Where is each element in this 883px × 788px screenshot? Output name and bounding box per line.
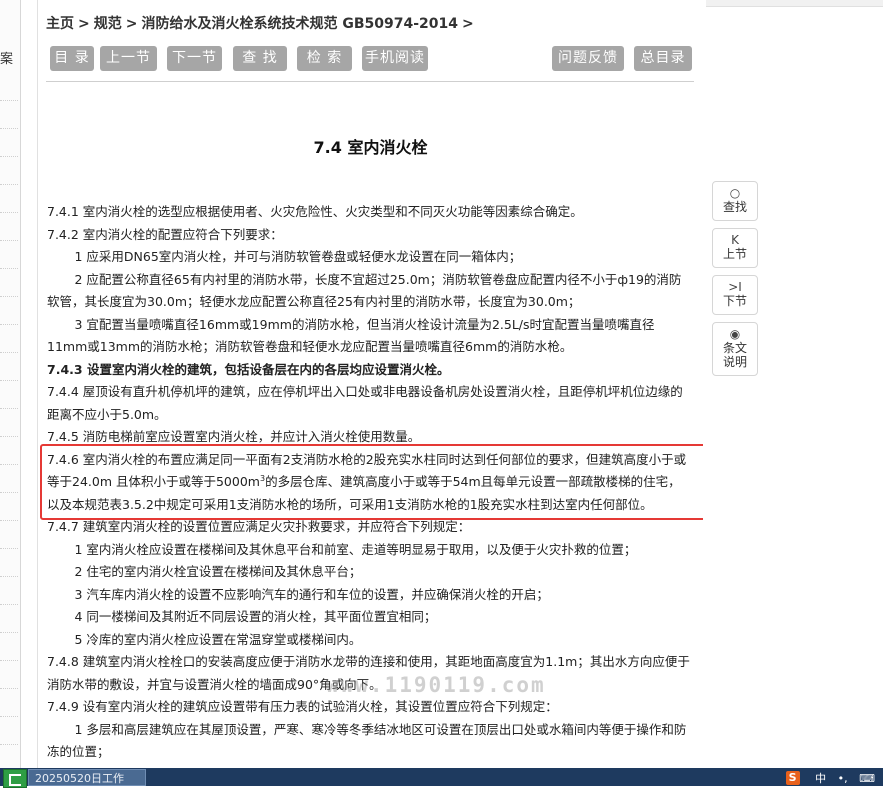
taskbar: 20250520日工作 S 中 •, ⌨ — [0, 768, 883, 788]
divider — [0, 352, 18, 353]
divider — [0, 324, 18, 325]
divider — [0, 660, 18, 661]
clause-7-4-9: 7.4.9 设有室内消火栓的建筑应设置带有压力表的试验消火栓，其设置位置应符合下… — [47, 699, 558, 714]
master-contents-button[interactable]: 总目录 — [634, 46, 692, 71]
divider — [0, 464, 18, 465]
breadcrumb-separator: > — [462, 16, 474, 32]
taskbar-item[interactable]: 20250520日工作 — [28, 769, 146, 786]
breadcrumb-spec-link[interactable]: 规范 — [94, 16, 122, 32]
clause-7-4-1: 7.4.1 室内消火栓的选型应根据使用者、火灾危险性、火灾类型和不同灭火功能等因… — [47, 204, 583, 219]
clause-item: 5 冷库的室内消火栓应设置在常温穿堂或楼梯间内。 — [74, 631, 362, 647]
start-button-icon[interactable] — [3, 769, 27, 788]
left-panel-strip: 案 — [0, 0, 21, 768]
breadcrumb-current-link[interactable]: 消防给水及消火栓系统技术规范 GB50974-2014 — [141, 16, 458, 32]
divider — [0, 604, 18, 605]
next-section-icon: >I — [728, 280, 742, 294]
clause-item: 2 应配置公称直径65有内衬里的消防水带，长度不宜超过25.0m；消防软管卷盘应… — [47, 271, 682, 310]
divider — [0, 436, 18, 437]
clause-7-4-2: 7.4.2 室内消火栓的配置应符合下列要求： — [47, 226, 283, 242]
next-section-button[interactable]: 下一节 — [167, 46, 222, 71]
punctuation-icon[interactable]: •, — [838, 770, 848, 787]
side-notes-label: 说明 — [722, 355, 747, 369]
clause-7-4-4: 7.4.4 屋顶设有直升机停机坪的建筑，应在停机坪出入口处或非电器设备机房处设置… — [47, 384, 683, 422]
prev-section-button[interactable]: 上一节 — [100, 46, 157, 71]
clause-item: 1 室内消火栓应设置在楼梯间及其休息平台和前室、走道等明显易于取用，以及便于火灾… — [74, 541, 637, 557]
right-panel — [703, 0, 883, 768]
right-panel-header — [706, 0, 883, 7]
toolbar-divider — [46, 81, 694, 82]
prev-section-icon: K — [731, 233, 739, 247]
clause-item: 1 多层和高层建筑应在其屋顶设置，严寒、寒冷等冬季结冰地区可设置在顶层出口处或水… — [47, 721, 687, 760]
highlight-box — [40, 444, 709, 520]
input-method-icon[interactable]: S — [785, 771, 800, 785]
watermark: www.1190119.com — [326, 673, 546, 697]
feedback-button[interactable]: 问题反馈 — [552, 46, 624, 71]
side-find-button[interactable]: ○ 查找 — [712, 181, 758, 221]
divider — [0, 268, 18, 269]
divider — [0, 240, 18, 241]
divider — [0, 128, 18, 129]
side-next-button[interactable]: >I 下节 — [712, 275, 758, 315]
clause-item: 3 宜配置当量喷嘴直径16mm或19mm的消防水枪，但当消火栓设计流量为2.5L… — [47, 316, 655, 355]
breadcrumb-separator: > — [78, 16, 90, 32]
divider — [0, 296, 18, 297]
clause-item: 3 汽车库内消火栓的设置不应影响汽车的通行和车位的设置，并应确保消火栓的开启； — [74, 586, 549, 602]
find-button[interactable]: 查 找 — [233, 46, 287, 71]
divider — [0, 716, 18, 717]
contents-button[interactable]: 目 录 — [50, 46, 94, 71]
divider — [0, 520, 18, 521]
toolbar: 目 录 上一节 下一节 查 找 检 索 手机阅读 问题反馈 总目录 — [50, 46, 695, 72]
language-indicator[interactable]: 中 — [815, 770, 826, 787]
divider — [0, 548, 18, 549]
side-prev-label: 上节 — [722, 247, 747, 261]
eye-icon: ◉ — [729, 327, 741, 341]
divider — [0, 156, 18, 157]
section-title: 7.4 室内消火栓 — [313, 138, 428, 157]
breadcrumb: 主页 > 规范 > 消防给水及消火栓系统技术规范 GB50974-2014 > — [46, 13, 478, 33]
divider — [0, 100, 18, 101]
side-prev-button[interactable]: K 上节 — [712, 228, 758, 268]
divider — [0, 408, 18, 409]
divider — [0, 744, 18, 745]
clause-item: 2 住宅的室内消火栓宜设置在楼梯间及其休息平台； — [74, 564, 362, 579]
side-find-label: 查找 — [722, 200, 747, 214]
mobile-read-button[interactable]: 手机阅读 — [362, 46, 428, 71]
divider — [0, 380, 18, 381]
clause-7-4-3: 7.4.3 设置室内消火栓的建筑，包括设备层在内的各层均应设置消火栓。 — [47, 361, 450, 377]
divider — [0, 576, 18, 577]
clause-item: 4 同一楼梯间及其附近不同层设置的消火栓，其平面位置宜相同； — [74, 609, 437, 624]
clause-item: 1 应采用DN65室内消火栓，并可与消防软管卷盘或轻便水龙设置在同一箱体内； — [74, 249, 522, 264]
side-notes-button[interactable]: ◉ 条文 说明 — [712, 322, 758, 376]
search-button[interactable]: 检 索 — [297, 46, 352, 71]
side-notes-label: 条文 — [722, 341, 747, 355]
system-tray: S 中 •, ⌨ — [785, 769, 879, 787]
keyboard-icon[interactable]: ⌨ — [859, 770, 875, 787]
search-icon: ○ — [729, 186, 741, 200]
left-panel-fragment: 案 — [0, 52, 14, 67]
divider — [0, 632, 18, 633]
breadcrumb-separator: > — [125, 16, 138, 32]
document-pane: 主页 > 规范 > 消防给水及消火栓系统技术规范 GB50974-2014 > 目 录 上… — [37, 0, 704, 768]
divider — [0, 212, 18, 213]
side-next-label: 下节 — [722, 294, 747, 308]
divider — [0, 184, 18, 185]
divider — [0, 492, 18, 493]
divider — [0, 688, 18, 689]
breadcrumb-home-link[interactable]: 主页 — [46, 16, 74, 32]
